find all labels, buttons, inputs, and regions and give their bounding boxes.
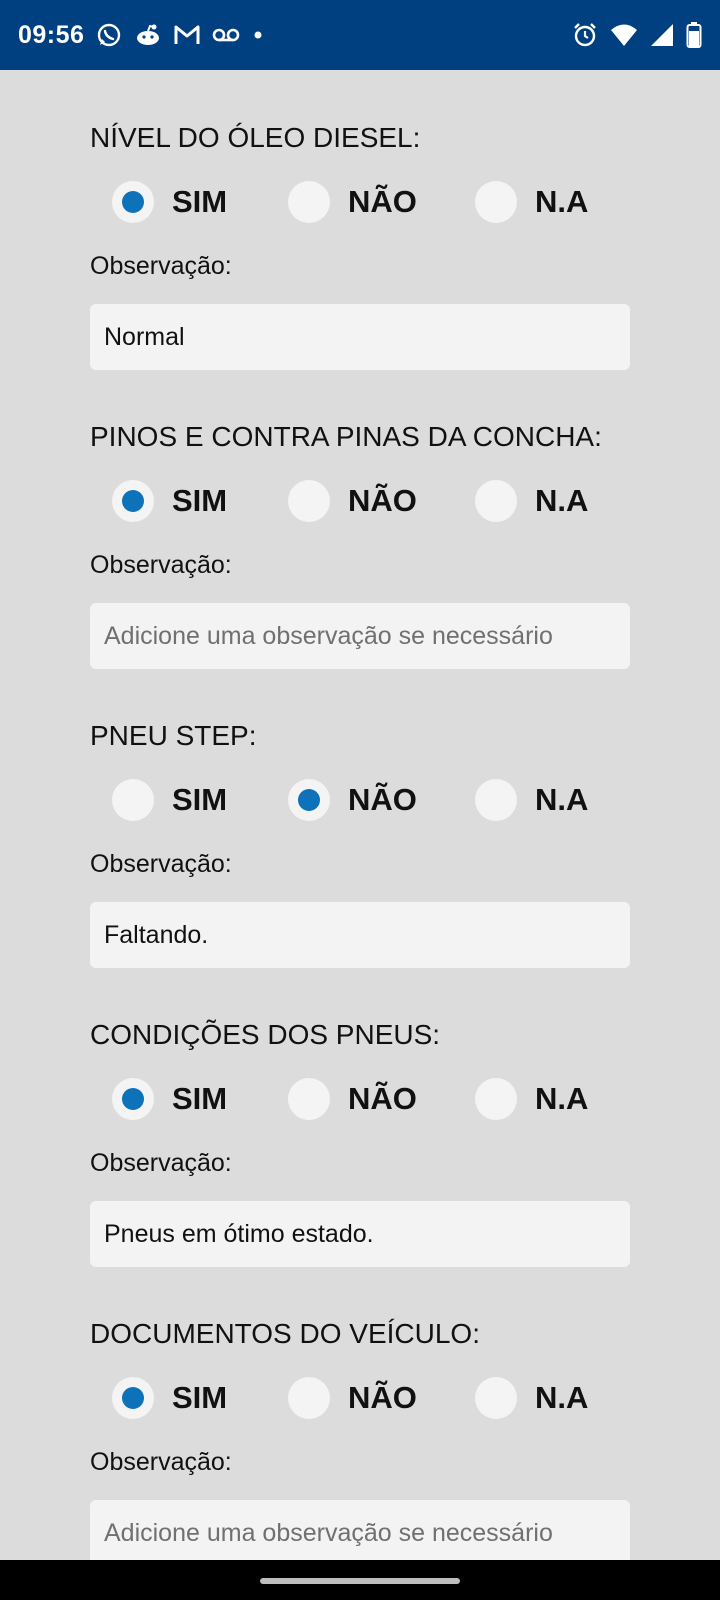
checklist-item-oleo-diesel: NÍVEL DO ÓLEO DIESEL: SIM NÃO N.A Observ… bbox=[90, 118, 630, 370]
observation-input[interactable] bbox=[90, 902, 630, 968]
option-na[interactable]: N.A bbox=[475, 770, 588, 830]
radio-button[interactable] bbox=[475, 480, 517, 522]
gmail-icon bbox=[174, 24, 200, 46]
option-label: N.A bbox=[535, 1380, 589, 1415]
option-label: SIM bbox=[172, 1081, 228, 1116]
option-label: N.A bbox=[535, 782, 589, 817]
option-label: N.A bbox=[535, 483, 589, 518]
option-na[interactable]: N.A bbox=[475, 1069, 588, 1129]
option-label: NÃO bbox=[348, 1081, 417, 1116]
observation-label: Observação: bbox=[90, 551, 232, 579]
system-icons bbox=[572, 22, 702, 48]
voicemail-icon bbox=[212, 27, 240, 43]
item-title: CONDIÇÕES DOS PNEUS: bbox=[90, 1019, 441, 1050]
item-title: NÍVEL DO ÓLEO DIESEL: bbox=[90, 122, 421, 153]
alarm-icon bbox=[572, 22, 598, 48]
radio-group: SIM NÃO N.A bbox=[90, 1069, 630, 1129]
radio-button[interactable] bbox=[288, 181, 330, 223]
option-label: NÃO bbox=[348, 184, 417, 219]
radio-button[interactable] bbox=[112, 1377, 154, 1419]
checklist-item-documentos-veiculo: DOCUMENTOS DO VEÍCULO: SIM NÃO N.A Obser… bbox=[90, 1314, 630, 1560]
option-sim[interactable]: SIM bbox=[112, 172, 227, 232]
checklist-content[interactable]: NÍVEL DO ÓLEO DIESEL: SIM NÃO N.A Observ… bbox=[0, 70, 720, 1560]
home-gesture-handle[interactable] bbox=[260, 1578, 460, 1584]
item-title: DOCUMENTOS DO VEÍCULO: bbox=[90, 1318, 480, 1349]
observation-input[interactable] bbox=[90, 1201, 630, 1267]
option-na[interactable]: N.A bbox=[475, 172, 588, 232]
option-sim[interactable]: SIM bbox=[112, 770, 227, 830]
radio-button[interactable] bbox=[288, 1377, 330, 1419]
option-nao[interactable]: NÃO bbox=[288, 471, 417, 531]
option-label: SIM bbox=[172, 483, 228, 518]
option-label: SIM bbox=[172, 184, 228, 219]
option-label: NÃO bbox=[348, 483, 417, 518]
radio-group: SIM NÃO N.A bbox=[90, 471, 630, 531]
option-label: N.A bbox=[535, 1081, 589, 1116]
option-sim[interactable]: SIM bbox=[112, 1069, 227, 1129]
wifi-icon bbox=[610, 23, 638, 47]
radio-button[interactable] bbox=[475, 779, 517, 821]
option-nao[interactable]: NÃO bbox=[288, 172, 417, 232]
observation-label: Observação: bbox=[90, 1448, 232, 1476]
option-nao[interactable]: NÃO bbox=[288, 1069, 417, 1129]
status-time: 09:56 bbox=[18, 20, 85, 49]
navigation-bar bbox=[0, 1560, 720, 1600]
option-label: SIM bbox=[172, 782, 228, 817]
observation-label: Observação: bbox=[90, 252, 232, 280]
radio-group: SIM NÃO N.A bbox=[90, 1368, 630, 1428]
signal-icon bbox=[650, 23, 674, 47]
checklist-item-pinos-concha: PINOS E CONTRA PINAS DA CONCHA: SIM NÃO … bbox=[90, 417, 630, 669]
option-label: N.A bbox=[535, 184, 589, 219]
radio-button[interactable] bbox=[288, 1078, 330, 1120]
radio-button[interactable] bbox=[288, 480, 330, 522]
reddit-icon bbox=[134, 22, 162, 48]
option-sim[interactable]: SIM bbox=[112, 471, 227, 531]
observation-input[interactable] bbox=[90, 1500, 630, 1560]
observation-label: Observação: bbox=[90, 850, 232, 878]
radio-button[interactable] bbox=[475, 1377, 517, 1419]
item-title: PNEU STEP: bbox=[90, 720, 257, 751]
radio-button[interactable] bbox=[112, 779, 154, 821]
checklist-item-pneu-step: PNEU STEP: SIM NÃO N.A Observação: bbox=[90, 716, 630, 968]
observation-label: Observação: bbox=[90, 1149, 232, 1177]
dot-icon bbox=[252, 29, 264, 41]
radio-button[interactable] bbox=[475, 1078, 517, 1120]
option-label: NÃO bbox=[348, 1380, 417, 1415]
option-na[interactable]: N.A bbox=[475, 1368, 588, 1428]
option-label: NÃO bbox=[348, 782, 417, 817]
battery-icon bbox=[686, 22, 702, 48]
radio-button[interactable] bbox=[112, 1078, 154, 1120]
checklist-item-condicoes-pneus: CONDIÇÕES DOS PNEUS: SIM NÃO N.A Observa… bbox=[90, 1015, 630, 1267]
option-na[interactable]: N.A bbox=[475, 471, 588, 531]
radio-group: SIM NÃO N.A bbox=[90, 770, 630, 830]
observation-input[interactable] bbox=[90, 603, 630, 669]
status-bar: 09:56 bbox=[0, 0, 720, 70]
radio-button[interactable] bbox=[288, 779, 330, 821]
option-sim[interactable]: SIM bbox=[112, 1368, 227, 1428]
option-nao[interactable]: NÃO bbox=[288, 770, 417, 830]
radio-button[interactable] bbox=[112, 181, 154, 223]
observation-input[interactable] bbox=[90, 304, 630, 370]
notification-icons bbox=[96, 22, 264, 48]
whatsapp-icon bbox=[96, 22, 122, 48]
option-label: SIM bbox=[172, 1380, 228, 1415]
radio-button[interactable] bbox=[475, 181, 517, 223]
item-title: PINOS E CONTRA PINAS DA CONCHA: bbox=[90, 421, 602, 452]
radio-group: SIM NÃO N.A bbox=[90, 172, 630, 232]
option-nao[interactable]: NÃO bbox=[288, 1368, 417, 1428]
radio-button[interactable] bbox=[112, 480, 154, 522]
